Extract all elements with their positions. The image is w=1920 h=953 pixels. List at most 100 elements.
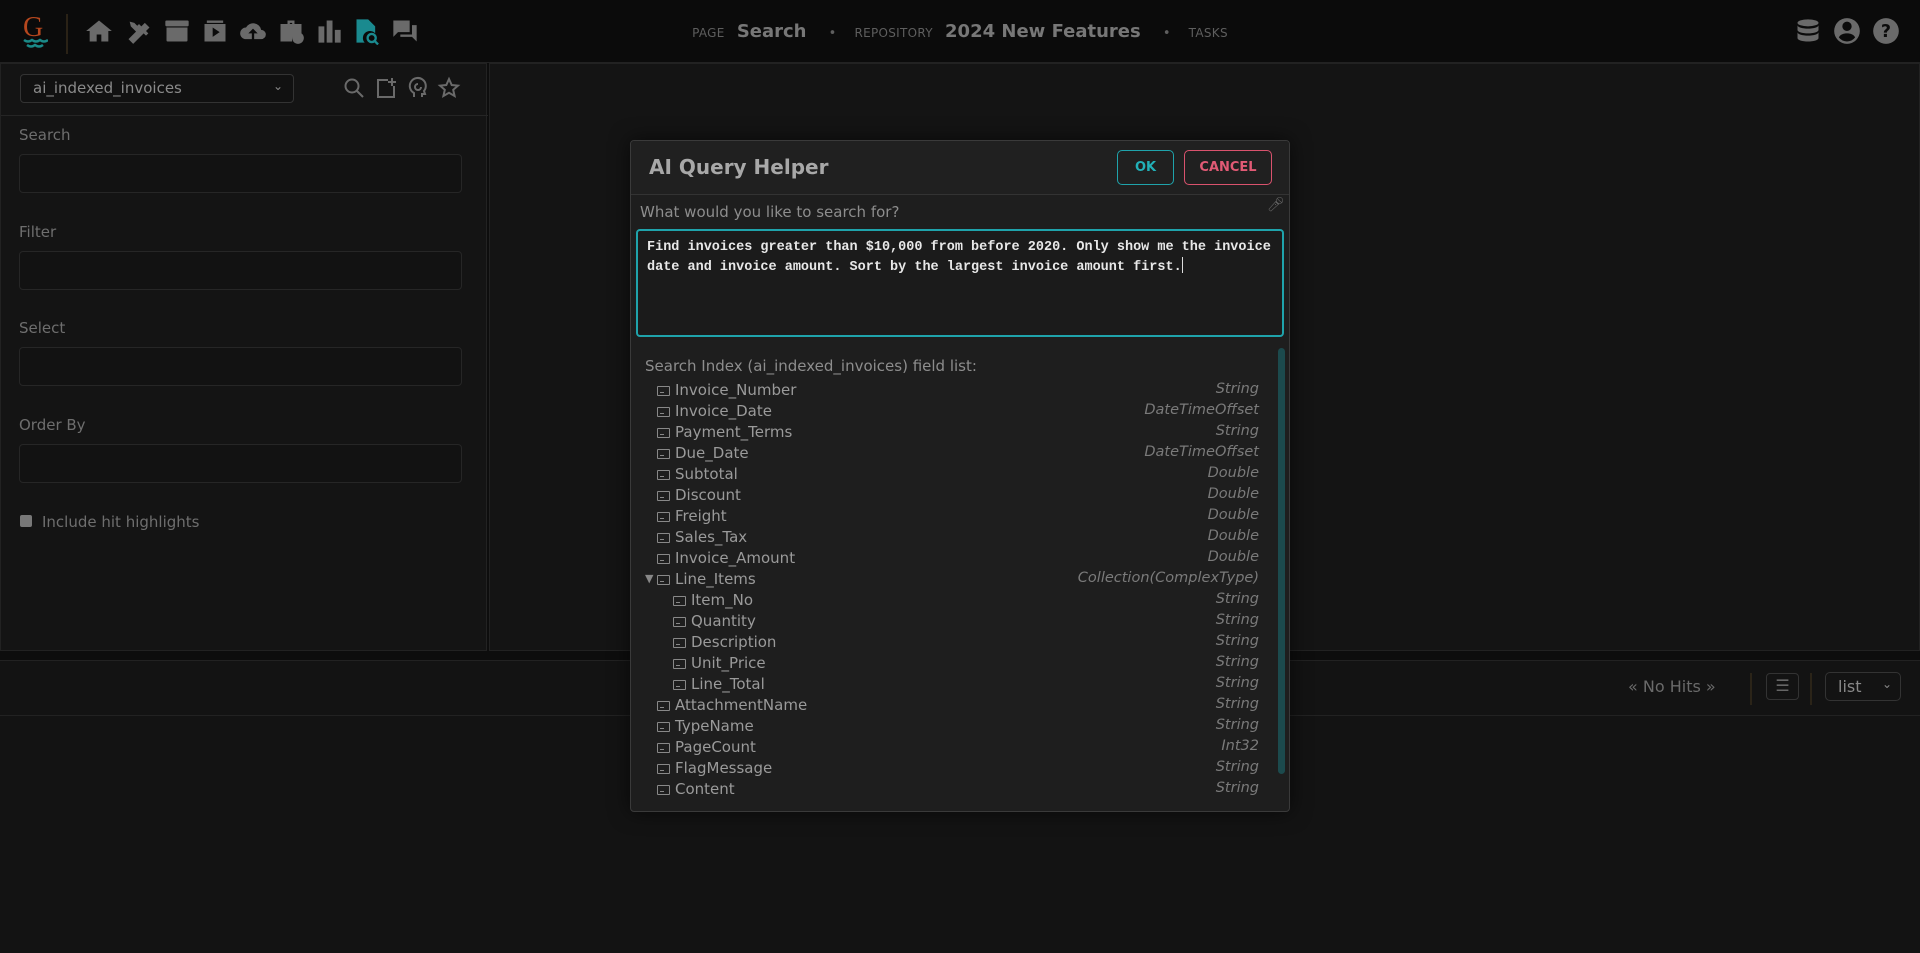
- field-list: Invoice_Number String Invoice_Date DateTime…: [631, 381, 1271, 801]
- list-options-button[interactable]: ☰: [1766, 673, 1799, 700]
- field-name: Payment_Terms: [675, 423, 793, 441]
- field-row[interactable]: FlagMessage String: [631, 759, 1271, 780]
- field-row[interactable]: ▼ Line_Items Collection(ComplexType): [631, 570, 1271, 591]
- chevron-down-icon: ⌄: [272, 79, 283, 93]
- field-name: Line_Total: [691, 675, 765, 693]
- ai-query-helper-dialog: AI Query Helper OK CANCEL What would you…: [630, 140, 1290, 812]
- field-icon: [657, 512, 670, 522]
- next-page-icon[interactable]: »: [1706, 677, 1716, 696]
- field-row[interactable]: Line_Total String: [631, 675, 1271, 696]
- field-type: Collection(ComplexType): [1077, 570, 1259, 586]
- field-row[interactable]: Invoice_Amount Double: [631, 549, 1271, 570]
- field-type: DateTimeOffset: [1144, 444, 1259, 460]
- database-icon[interactable]: [1794, 17, 1822, 45]
- filter-input[interactable]: [19, 251, 462, 290]
- breadcrumb: PAGE Search • REPOSITORY 2024 New Featur…: [692, 21, 1228, 42]
- field-list-scrollbar[interactable]: [1278, 348, 1285, 774]
- new-query-icon[interactable]: [374, 76, 398, 100]
- field-icon: [657, 491, 670, 501]
- field-row[interactable]: Discount Double: [631, 486, 1271, 507]
- repository-label: REPOSITORY: [854, 26, 933, 40]
- field-row[interactable]: Sales_Tax Double: [631, 528, 1271, 549]
- field-name: Invoice_Date: [675, 402, 772, 420]
- ai-brain-icon[interactable]: [406, 76, 430, 100]
- page-label: PAGE: [692, 26, 725, 40]
- ok-button[interactable]: OK: [1117, 150, 1174, 185]
- field-icon: [657, 449, 670, 459]
- field-icon: [657, 533, 670, 543]
- page-value: Search: [736, 21, 807, 42]
- field-type: Double: [1207, 486, 1259, 502]
- field-type: String: [1215, 654, 1259, 670]
- field-type: Double: [1207, 549, 1259, 565]
- field-name: Invoice_Number: [675, 381, 797, 399]
- field-icon: [657, 554, 670, 564]
- field-type: DateTimeOffset: [1144, 402, 1259, 418]
- field-name: Quantity: [691, 612, 756, 630]
- field-row[interactable]: PageCount Int32: [631, 738, 1271, 759]
- field-row[interactable]: Payment_Terms String: [631, 423, 1271, 444]
- field-name: Freight: [675, 507, 727, 525]
- prev-page-icon[interactable]: «: [1628, 677, 1638, 696]
- user-account-icon[interactable]: [1833, 17, 1861, 45]
- field-type: String: [1215, 633, 1259, 649]
- field-name: PageCount: [675, 738, 756, 756]
- cancel-button[interactable]: CANCEL: [1184, 150, 1272, 185]
- query-textarea[interactable]: Find invoices greater than $10,000 from …: [636, 229, 1284, 337]
- field-row[interactable]: Invoice_Date DateTimeOffset: [631, 402, 1271, 423]
- field-row[interactable]: Item_No String: [631, 591, 1271, 612]
- microphone-icon[interactable]: 🎤︎: [1267, 197, 1285, 213]
- field-type: String: [1215, 780, 1259, 796]
- view-select[interactable]: list ⌄: [1825, 672, 1901, 701]
- field-row[interactable]: Content String: [631, 780, 1271, 801]
- field-row[interactable]: AttachmentName String: [631, 696, 1271, 717]
- tasks-link[interactable]: TASKS: [1189, 26, 1228, 40]
- search-input[interactable]: [19, 154, 462, 193]
- field-name: Item_No: [691, 591, 754, 609]
- field-icon: [673, 659, 686, 669]
- field-row[interactable]: Quantity String: [631, 612, 1271, 633]
- field-row[interactable]: TypeName String: [631, 717, 1271, 738]
- field-type: String: [1215, 696, 1259, 712]
- dialog-title: AI Query Helper: [649, 155, 829, 179]
- field-name: Discount: [675, 486, 741, 504]
- field-row[interactable]: Subtotal Double: [631, 465, 1271, 486]
- field-type: String: [1215, 717, 1259, 733]
- field-type: String: [1215, 423, 1259, 439]
- field-type: String: [1215, 612, 1259, 628]
- divider: [1, 115, 488, 116]
- field-icon: [657, 407, 670, 417]
- field-icon: [657, 764, 670, 774]
- field-type: Int32: [1221, 738, 1259, 754]
- index-select[interactable]: ai_indexed_invoices ⌄: [20, 74, 294, 103]
- field-name: Due_Date: [675, 444, 749, 462]
- field-type: String: [1215, 759, 1259, 775]
- repository-value[interactable]: 2024 New Features: [945, 21, 1141, 42]
- field-row[interactable]: Unit_Price String: [631, 654, 1271, 675]
- query-text: Find invoices greater than $10,000 from …: [647, 240, 1279, 275]
- star-icon[interactable]: [437, 76, 461, 100]
- chevron-down-icon: ⌄: [1881, 677, 1892, 691]
- field-name: Unit_Price: [691, 654, 766, 672]
- include-hit-highlights-checkbox[interactable]: [20, 515, 32, 527]
- field-row[interactable]: Description String: [631, 633, 1271, 654]
- field-name: Content: [675, 780, 735, 798]
- field-row[interactable]: Invoice_Number String: [631, 381, 1271, 402]
- search-label: Search: [19, 126, 71, 144]
- field-row[interactable]: Freight Double: [631, 507, 1271, 528]
- select-label: Select: [19, 319, 66, 337]
- expand-triangle-icon[interactable]: ▼: [645, 572, 653, 585]
- field-name: TypeName: [675, 717, 754, 735]
- field-icon: [657, 575, 670, 585]
- pager: « No Hits »: [1628, 677, 1716, 696]
- field-name: Line_Items: [675, 570, 756, 588]
- search-icon[interactable]: [342, 76, 366, 100]
- order-by-input[interactable]: [19, 444, 462, 483]
- field-icon: [673, 617, 686, 627]
- field-row[interactable]: Due_Date DateTimeOffset: [631, 444, 1271, 465]
- field-name: FlagMessage: [675, 759, 773, 777]
- select-input[interactable]: [19, 347, 462, 386]
- field-name: Invoice_Amount: [675, 549, 796, 567]
- help-icon[interactable]: ?: [1872, 17, 1900, 45]
- field-icon: [657, 428, 670, 438]
